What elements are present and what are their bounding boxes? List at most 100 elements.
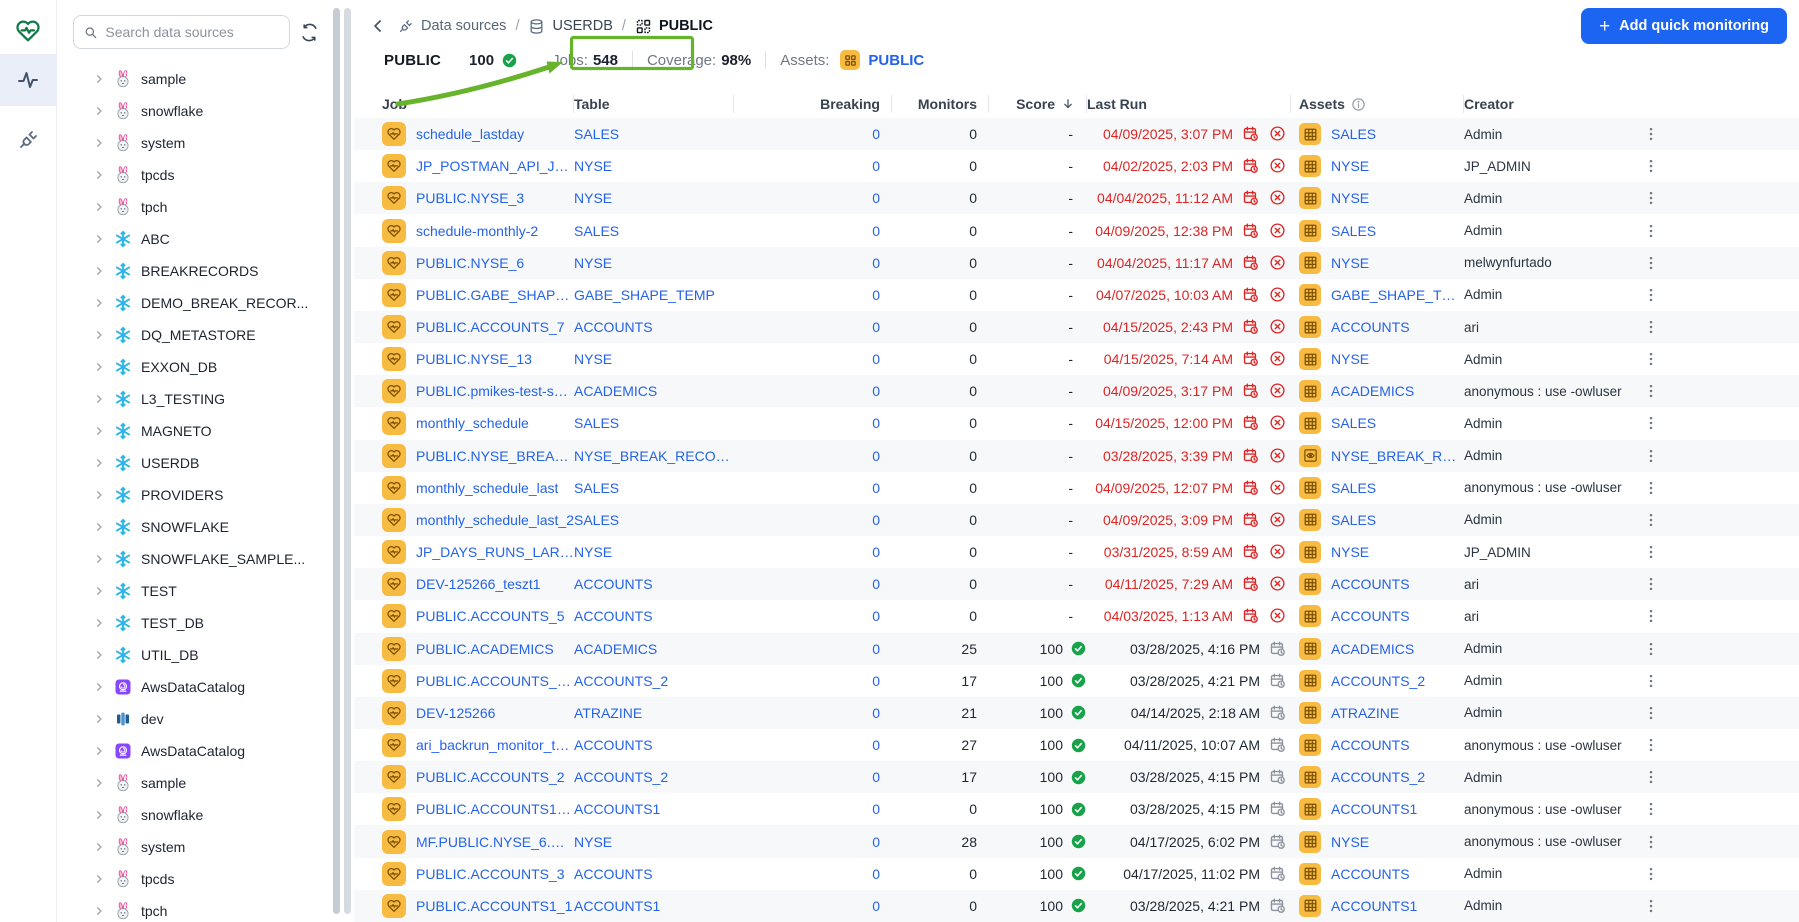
breaking-count-link[interactable]: 0 xyxy=(872,287,880,303)
expand-chevron-icon[interactable] xyxy=(93,745,105,757)
rail-item-connections[interactable] xyxy=(0,114,57,166)
asset-link[interactable]: SALES xyxy=(1331,126,1376,142)
breaking-count-link[interactable]: 0 xyxy=(872,223,880,239)
sidebar-item-tpch[interactable]: tpch xyxy=(57,895,330,922)
asset-link[interactable]: SALES xyxy=(1331,480,1376,496)
asset-link[interactable]: NYSE xyxy=(1331,544,1369,560)
sidebar-item-awsdatacatalog[interactable]: AwsDataCatalog xyxy=(57,671,330,703)
expand-chevron-icon[interactable] xyxy=(93,169,105,181)
sidebar-item-breakrecords[interactable]: BREAKRECORDS xyxy=(57,255,330,287)
breaking-count-link[interactable]: 0 xyxy=(872,448,880,464)
expand-chevron-icon[interactable] xyxy=(93,457,105,469)
breaking-count-link[interactable]: 0 xyxy=(872,705,880,721)
row-menu-kebab-icon[interactable] xyxy=(1642,607,1660,625)
sidebar-item-snowflake-sample-[interactable]: SNOWFLAKE_SAMPLE... xyxy=(57,543,330,575)
breaking-count-link[interactable]: 0 xyxy=(872,608,880,624)
table-link[interactable]: ACADEMICS xyxy=(574,641,657,657)
expand-chevron-icon[interactable] xyxy=(93,617,105,629)
asset-link[interactable]: ACCOUNTS xyxy=(1331,866,1410,882)
sidebar-item-tpcds[interactable]: tpcds xyxy=(57,863,330,895)
sidebar-item-sample[interactable]: sample xyxy=(57,63,330,95)
rail-item-activity[interactable] xyxy=(0,54,57,106)
refresh-icon[interactable] xyxy=(298,21,320,43)
expand-chevron-icon[interactable] xyxy=(93,425,105,437)
row-menu-kebab-icon[interactable] xyxy=(1642,704,1660,722)
expand-chevron-icon[interactable] xyxy=(93,713,105,725)
breaking-count-link[interactable]: 0 xyxy=(872,866,880,882)
sidebar-item-system[interactable]: system xyxy=(57,127,330,159)
table-link[interactable]: GABE_SHAPE_TEMP xyxy=(574,287,715,303)
job-link[interactable]: PUBLIC.NYSE_BREAK_RE... xyxy=(416,448,574,464)
breaking-count-link[interactable]: 0 xyxy=(872,673,880,689)
sidebar-scrollbar[interactable] xyxy=(333,8,340,914)
expand-chevron-icon[interactable] xyxy=(93,361,105,373)
breaking-count-link[interactable]: 0 xyxy=(872,834,880,850)
asset-link[interactable]: NYSE xyxy=(1331,255,1369,271)
job-link[interactable]: schedule_lastday xyxy=(416,126,524,142)
expand-chevron-icon[interactable] xyxy=(93,553,105,565)
table-link[interactable]: ACCOUNTS xyxy=(574,608,653,624)
expand-chevron-icon[interactable] xyxy=(93,585,105,597)
sidebar-item-providers[interactable]: PROVIDERS xyxy=(57,479,330,511)
row-menu-kebab-icon[interactable] xyxy=(1642,189,1660,207)
asset-link[interactable]: NYSE xyxy=(1331,834,1369,850)
asset-link[interactable]: NYSE_BREAK_RECOR xyxy=(1331,448,1464,464)
sidebar-item-snowflake[interactable]: SNOWFLAKE xyxy=(57,511,330,543)
table-link[interactable]: NYSE_BREAK_RECOR... xyxy=(574,448,734,464)
table-link[interactable]: SALES xyxy=(574,512,619,528)
sidebar-item-snowflake[interactable]: snowflake xyxy=(57,95,330,127)
expand-chevron-icon[interactable] xyxy=(93,809,105,821)
expand-chevron-icon[interactable] xyxy=(93,105,105,117)
table-link[interactable]: SALES xyxy=(574,415,619,431)
expand-chevron-icon[interactable] xyxy=(93,393,105,405)
expand-chevron-icon[interactable] xyxy=(93,265,105,277)
row-menu-kebab-icon[interactable] xyxy=(1642,736,1660,754)
breaking-count-link[interactable]: 0 xyxy=(872,255,880,271)
row-menu-kebab-icon[interactable] xyxy=(1642,640,1660,658)
row-menu-kebab-icon[interactable] xyxy=(1642,222,1660,240)
sidebar-item-test[interactable]: TEST xyxy=(57,575,330,607)
search-input[interactable] xyxy=(105,24,279,40)
expand-chevron-icon[interactable] xyxy=(93,777,105,789)
breaking-count-link[interactable]: 0 xyxy=(872,190,880,206)
sidebar-item-tpcds[interactable]: tpcds xyxy=(57,159,330,191)
sidebar-item-util-db[interactable]: UTIL_DB xyxy=(57,639,330,671)
row-menu-kebab-icon[interactable] xyxy=(1642,575,1660,593)
job-link[interactable]: ari_backrun_monitor_thin... xyxy=(416,737,574,753)
breaking-count-link[interactable]: 0 xyxy=(872,544,880,560)
job-link[interactable]: schedule-monthly-2 xyxy=(416,223,538,239)
expand-chevron-icon[interactable] xyxy=(93,905,105,917)
asset-link[interactable]: ACCOUNTS1 xyxy=(1331,898,1417,914)
row-menu-kebab-icon[interactable] xyxy=(1642,479,1660,497)
breadcrumb-data-sources[interactable]: Data sources xyxy=(397,18,506,35)
row-menu-kebab-icon[interactable] xyxy=(1642,414,1660,432)
asset-link[interactable]: SALES xyxy=(1331,512,1376,528)
job-link[interactable]: monthly_schedule xyxy=(416,415,529,431)
sidebar-item-snowflake[interactable]: snowflake xyxy=(57,799,330,831)
table-link[interactable]: ACADEMICS xyxy=(574,383,657,399)
job-link[interactable]: PUBLIC.NYSE_13 xyxy=(416,351,532,367)
asset-link[interactable]: GABE_SHAPE_TEMP xyxy=(1331,287,1464,303)
table-link[interactable]: ACCOUNTS1 xyxy=(574,898,660,914)
sort-desc-icon[interactable] xyxy=(1061,97,1075,111)
content-scrollbar[interactable] xyxy=(344,8,351,914)
expand-chevron-icon[interactable] xyxy=(93,489,105,501)
assets-public-link[interactable]: PUBLIC xyxy=(868,52,924,69)
job-link[interactable]: PUBLIC.ACCOUNTS_5 xyxy=(416,608,565,624)
table-link[interactable]: ACCOUNTS xyxy=(574,576,653,592)
breaking-count-link[interactable]: 0 xyxy=(872,383,880,399)
table-link[interactable]: NYSE xyxy=(574,158,612,174)
table-link[interactable]: SALES xyxy=(574,223,619,239)
asset-link[interactable]: NYSE xyxy=(1331,158,1369,174)
asset-link[interactable]: ACADEMICS xyxy=(1331,383,1414,399)
sidebar-item-dev[interactable]: dev xyxy=(57,703,330,735)
table-link[interactable]: ACCOUNTS_2 xyxy=(574,673,668,689)
sidebar-item-test-db[interactable]: TEST_DB xyxy=(57,607,330,639)
job-link[interactable]: PUBLIC.ACCOUNTS1_re... xyxy=(416,801,574,817)
table-link[interactable]: NYSE xyxy=(574,544,612,560)
job-link[interactable]: MF.PUBLIC.NYSE_6.DEV-... xyxy=(416,834,574,850)
expand-chevron-icon[interactable] xyxy=(93,873,105,885)
job-link[interactable]: DEV-125266_teszt1 xyxy=(416,576,541,592)
asset-link[interactable]: ACCOUNTS_2 xyxy=(1331,769,1425,785)
job-link[interactable]: PUBLIC.NYSE_6 xyxy=(416,255,524,271)
